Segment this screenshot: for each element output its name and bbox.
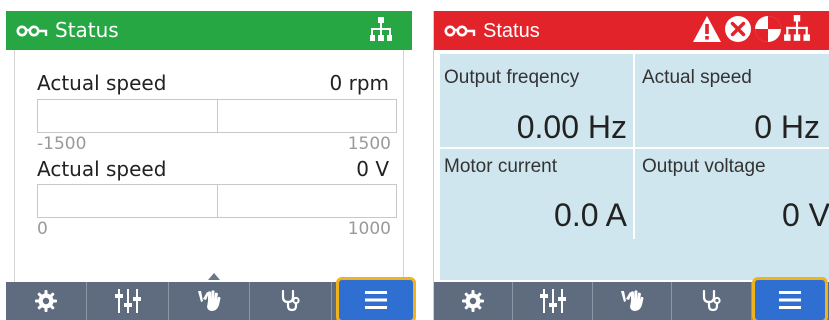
row-value: 0 rpm — [329, 71, 389, 95]
bar-min-label: -1500 — [37, 134, 87, 154]
cell-label: Output freqency — [444, 67, 580, 88]
diagnostics-icon — [282, 289, 301, 312]
header-title: Status — [483, 20, 540, 42]
row-label: Actual speed — [37, 71, 167, 95]
manual-control-icon — [621, 290, 644, 311]
network-icon[interactable] — [784, 15, 810, 43]
cell-label: Actual speed — [642, 67, 752, 88]
bar-max-label: 1500 — [347, 134, 391, 154]
status-content: Actual speed 0 rpm -1500 1500 Actual spe… — [14, 50, 404, 282]
speed-bar-graph — [37, 99, 397, 133]
row-label: Actual speed — [37, 157, 167, 181]
bar-min-label: 0 — [37, 219, 48, 239]
header-title: Status — [55, 18, 119, 42]
cell-value: 0.00 Hz — [516, 109, 627, 145]
row-value: 0 V — [356, 157, 389, 181]
glasses-icon — [16, 25, 48, 37]
parameters-button[interactable] — [87, 282, 169, 320]
selection-caret-icon — [208, 273, 220, 280]
menu-button-selected[interactable] — [752, 277, 828, 320]
manual-control-button[interactable] — [593, 282, 673, 320]
fault-icon[interactable] — [724, 15, 752, 43]
warning-icon[interactable] — [692, 15, 722, 43]
status-value-grid: Output freqency 0.00 Hz Actual speed 0 H… — [440, 54, 829, 280]
voltage-bar-graph — [37, 184, 397, 218]
diagnostics-icon — [703, 289, 722, 312]
manual-control-icon — [198, 290, 221, 311]
menu-button-selected[interactable] — [336, 277, 416, 320]
parameters-icon — [539, 289, 566, 313]
cell-value: 0 Hz — [754, 109, 820, 145]
cell-value: 0 V — [781, 197, 829, 233]
parameters-button[interactable] — [513, 282, 593, 320]
diagnostics-button[interactable] — [672, 282, 752, 320]
settings-button[interactable] — [434, 282, 514, 320]
manual-control-button[interactable] — [169, 282, 251, 320]
cell-value: 0.0 A — [554, 197, 627, 233]
cell-label: Motor current — [444, 156, 557, 177]
settings-button[interactable] — [6, 282, 88, 320]
status-header: Status — [434, 11, 829, 50]
settings-icon — [462, 290, 485, 312]
glasses-icon — [444, 25, 476, 37]
maintenance-icon[interactable] — [754, 15, 782, 43]
menu-icon — [365, 291, 387, 309]
diagnostics-button[interactable] — [250, 282, 332, 320]
cell-label: Output voltage — [642, 156, 766, 177]
status-screen-left: Status Actual speed 0 rpm -1500 1500 Act… — [6, 11, 416, 320]
status-screen-right: Status Output freqency 0.00 Hz Actual sp… — [433, 11, 829, 320]
settings-icon — [35, 290, 58, 312]
menu-icon — [779, 291, 801, 309]
status-header: Status — [6, 11, 412, 50]
bar-max-label: 1000 — [347, 219, 391, 239]
parameters-icon — [114, 289, 141, 313]
network-icon[interactable] — [370, 17, 392, 43]
